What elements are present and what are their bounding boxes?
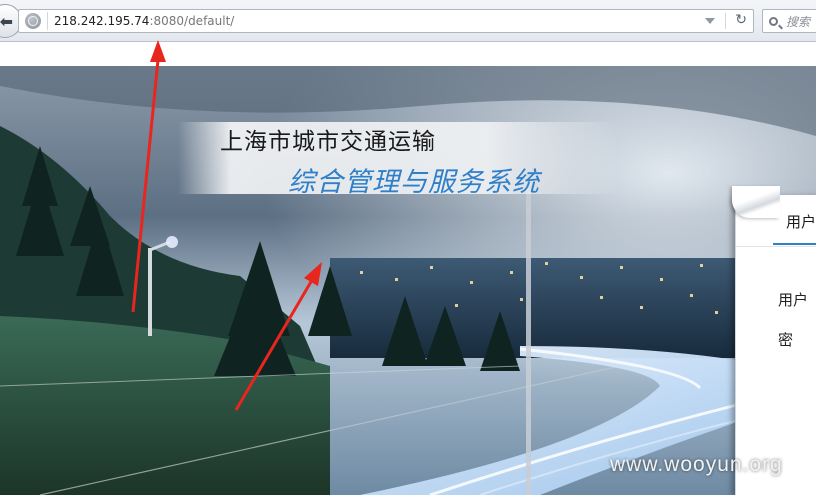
system-title: 上海市城市交通运输 [220, 129, 436, 155]
search-icon [769, 16, 778, 26]
url-divider [725, 13, 726, 29]
tab-active-indicator [773, 243, 816, 245]
page-top-margin [0, 42, 816, 66]
url-host: 218.242.195.74 [54, 14, 150, 28]
reload-icon[interactable]: ↻ [735, 12, 747, 28]
back-arrow-icon: ⬅ [0, 11, 13, 31]
search-placeholder: 搜索 [786, 14, 811, 29]
username-label: 用户 [778, 291, 809, 309]
address-bar[interactable]: 218.242.195.74:8080/default/ ↻ [18, 9, 754, 33]
url-path: :8080/default/ [149, 14, 235, 28]
search-bar[interactable]: 搜索 [762, 9, 816, 33]
tab-user-login[interactable]: 用户 [786, 211, 816, 232]
browser-toolbar: ⬅ 218.242.195.74:8080/default/ ↻ 搜索 [0, 0, 816, 42]
password-label: 密 码 [778, 331, 816, 349]
panel-divider [736, 246, 816, 247]
url-text[interactable]: 218.242.195.74:8080/default/ [54, 14, 234, 28]
page-curl-decoration [732, 186, 780, 218]
url-dropdown-icon[interactable] [705, 18, 715, 24]
url-separator [47, 12, 48, 30]
system-subtitle: 综合管理与服务系统 [288, 167, 540, 198]
globe-icon [25, 13, 41, 29]
watermark-text: www.wooyun.org [610, 453, 783, 476]
